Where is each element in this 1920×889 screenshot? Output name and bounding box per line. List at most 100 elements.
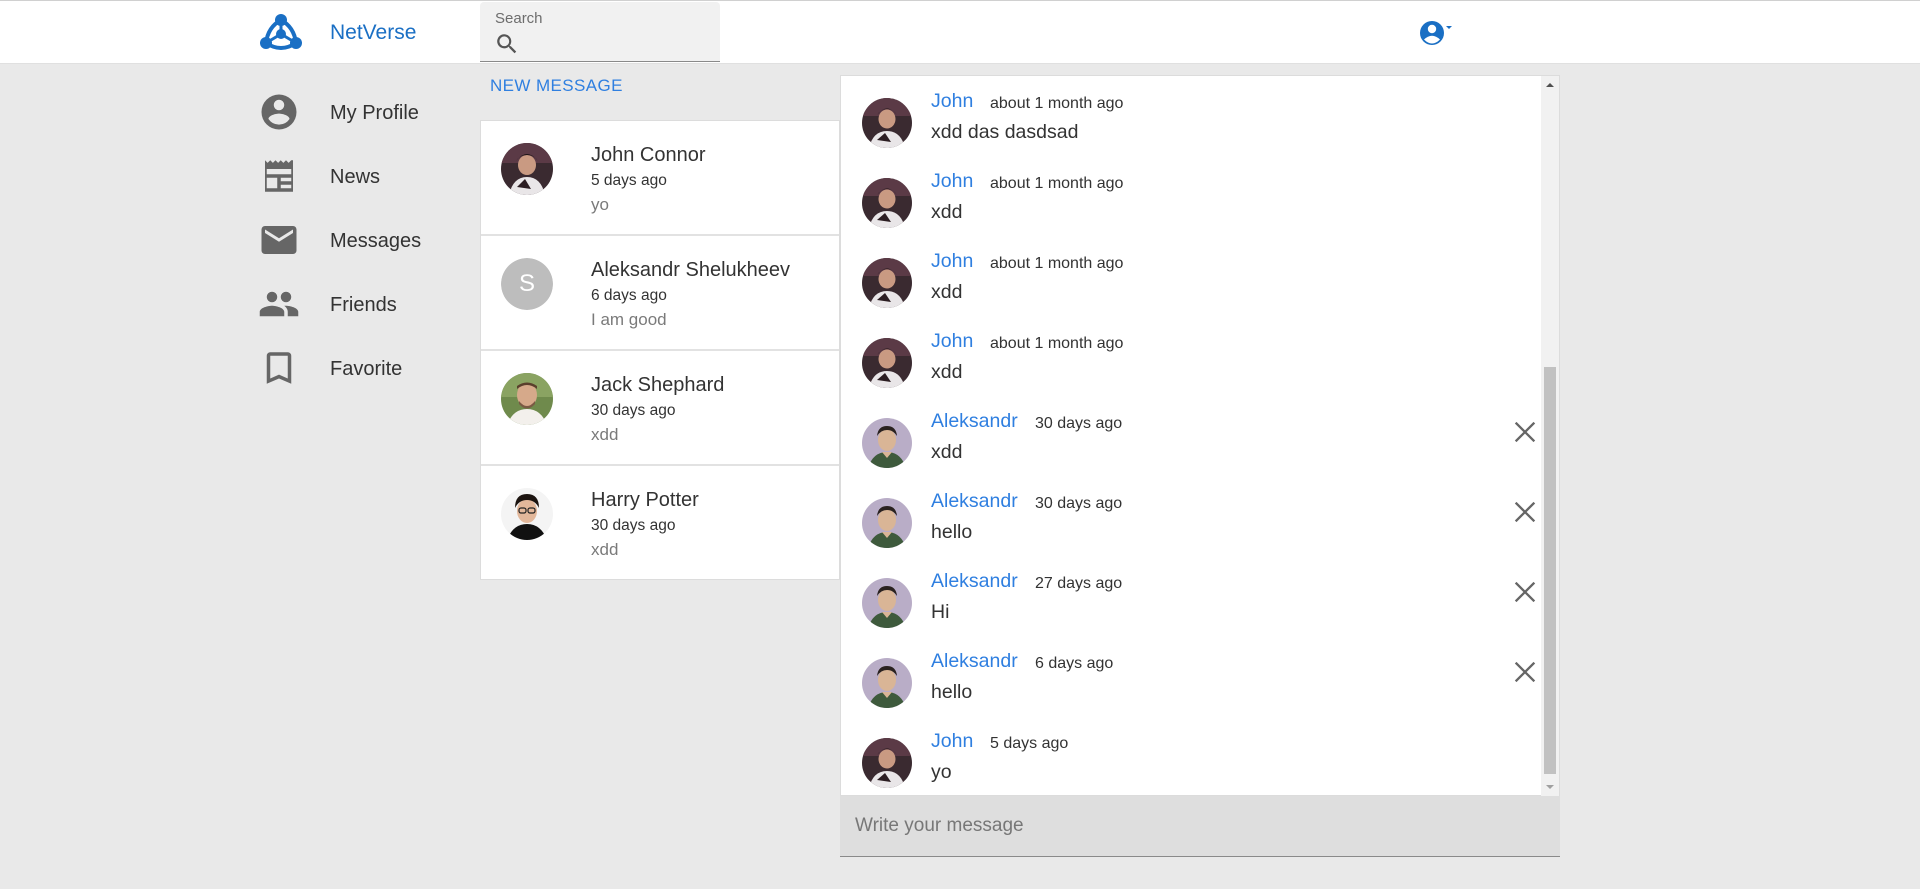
- search-label: Search: [495, 10, 543, 27]
- sidebar-item-my-profile[interactable]: My Profile: [258, 80, 458, 144]
- message-time: about 1 month ago: [990, 255, 1124, 272]
- sidebar-nav: My Profile News Messages Friends Favorit…: [258, 80, 458, 400]
- conversation-name: John Connor: [591, 144, 706, 166]
- conversation-last-message: xdd: [591, 540, 619, 559]
- conversation-time: 30 days ago: [591, 402, 676, 419]
- netverse-logo-icon[interactable]: [258, 13, 304, 55]
- avatar: [862, 578, 912, 628]
- message-composer[interactable]: [840, 796, 1560, 857]
- message-item: John about 1 month ago xdd: [841, 236, 1541, 316]
- sidebar-item-label: Friends: [330, 294, 397, 316]
- bookmark-icon: [266, 352, 292, 384]
- sidebar-item-label: Favorite: [330, 358, 403, 380]
- scrollbar-thumb[interactable]: [1544, 367, 1556, 774]
- conversation-time: 6 days ago: [591, 287, 667, 304]
- avatar: [862, 738, 912, 788]
- sidebar-item-label: Messages: [330, 230, 422, 252]
- message-text: xdd das dasdsad: [931, 121, 1079, 143]
- message-item: Aleksandr 30 days ago xdd: [841, 396, 1541, 476]
- message-item: Aleksandr 6 days ago hello: [841, 636, 1541, 716]
- message-text: xdd: [931, 441, 963, 463]
- message-author[interactable]: Aleksandr: [931, 490, 1018, 513]
- avatar: S: [501, 258, 553, 310]
- message-time: 27 days ago: [1035, 575, 1123, 592]
- message-text: xdd: [931, 361, 963, 383]
- sidebar-item-news[interactable]: News: [258, 144, 458, 208]
- avatar: [501, 373, 553, 425]
- avatar: [501, 488, 553, 540]
- message-time: 6 days ago: [1035, 655, 1114, 672]
- sidebar-item-favorite[interactable]: Favorite: [258, 336, 458, 400]
- message-text: Hi: [931, 601, 950, 623]
- conversation-item[interactable]: Harry Potter 30 days ago xdd: [481, 466, 839, 579]
- message-input[interactable]: [840, 796, 1560, 856]
- message-author[interactable]: John: [931, 170, 973, 193]
- conversation-list: John Connor 5 days ago yo S Aleksandr Sh…: [480, 120, 840, 580]
- message-item: Aleksandr 30 days ago hello: [841, 476, 1541, 556]
- conversation-last-message: yo: [591, 195, 609, 214]
- message-text: hello: [931, 681, 973, 703]
- conversation-last-message: I am good: [591, 310, 667, 329]
- message-author[interactable]: John: [931, 90, 973, 113]
- message-author[interactable]: John: [931, 250, 973, 273]
- delete-message-icon[interactable]: [1511, 498, 1539, 526]
- message-text: xdd: [931, 281, 963, 303]
- message-text: yo: [931, 761, 952, 783]
- search-field[interactable]: Search: [480, 2, 720, 62]
- delete-message-icon[interactable]: [1511, 418, 1539, 446]
- message-time: 30 days ago: [1035, 495, 1123, 512]
- message-text: xdd: [931, 201, 963, 223]
- news-icon: [265, 160, 293, 192]
- message-item: John about 1 month ago xdd das dasdsad: [841, 76, 1541, 156]
- conversation-name: Harry Potter: [591, 489, 699, 511]
- message-item: John about 1 month ago xdd: [841, 156, 1541, 236]
- scroll-up-arrow-icon[interactable]: [1541, 76, 1559, 94]
- conversation-name: Jack Shephard: [591, 374, 725, 396]
- avatar: [862, 98, 912, 148]
- mail-icon: [261, 226, 297, 254]
- avatar: [862, 418, 912, 468]
- conversation-time: 5 days ago: [591, 172, 667, 189]
- delete-message-icon[interactable]: [1511, 658, 1539, 686]
- message-time: about 1 month ago: [990, 175, 1124, 192]
- conversation-item[interactable]: John Connor 5 days ago yo: [481, 121, 839, 236]
- conversation-name: Aleksandr Shelukheev: [591, 259, 791, 281]
- search-icon: [497, 34, 517, 54]
- conversation-item[interactable]: Jack Shephard 30 days ago xdd: [481, 351, 839, 466]
- message-author[interactable]: Aleksandr: [931, 410, 1018, 433]
- message-author[interactable]: John: [931, 330, 973, 353]
- message-time: 30 days ago: [1035, 415, 1123, 432]
- sidebar-item-friends[interactable]: Friends: [258, 272, 458, 336]
- new-message-button[interactable]: NEW MESSAGE: [490, 76, 623, 96]
- avatar: [501, 143, 553, 195]
- message-text: hello: [931, 521, 973, 543]
- chat-panel: John about 1 month ago xdd das dasdsad John…: [840, 75, 1560, 796]
- sidebar-item-label: My Profile: [330, 102, 419, 124]
- brand-name[interactable]: NetVerse: [330, 21, 416, 45]
- message-time: 5 days ago: [990, 735, 1069, 752]
- avatar: [862, 338, 912, 388]
- message-author[interactable]: Aleksandr: [931, 650, 1018, 673]
- message-item: Aleksandr 27 days ago Hi: [841, 556, 1541, 636]
- avatar: [862, 178, 912, 228]
- message-time: about 1 month ago: [990, 335, 1124, 352]
- message-author[interactable]: John: [931, 730, 973, 753]
- account-circle-icon: [261, 94, 297, 130]
- account-menu-button[interactable]: [1418, 19, 1458, 49]
- sidebar-item-messages[interactable]: Messages: [258, 208, 458, 272]
- avatar: [862, 658, 912, 708]
- scroll-down-arrow-icon[interactable]: [1541, 778, 1559, 796]
- avatar: [862, 258, 912, 308]
- delete-message-icon[interactable]: [1511, 578, 1539, 606]
- conversation-item[interactable]: S Aleksandr Shelukheev 6 days ago I am g…: [481, 236, 839, 351]
- avatar-letter: S: [501, 258, 553, 310]
- avatar: [862, 498, 912, 548]
- conversation-last-message: xdd: [591, 425, 619, 444]
- conversation-time: 30 days ago: [591, 517, 676, 534]
- message-item: John about 1 month ago xdd: [841, 316, 1541, 396]
- sidebar-item-label: News: [330, 166, 381, 188]
- chat-scrollbar[interactable]: [1541, 76, 1559, 796]
- people-icon: [259, 291, 299, 317]
- message-author[interactable]: Aleksandr: [931, 570, 1018, 593]
- message-time: about 1 month ago: [990, 95, 1124, 112]
